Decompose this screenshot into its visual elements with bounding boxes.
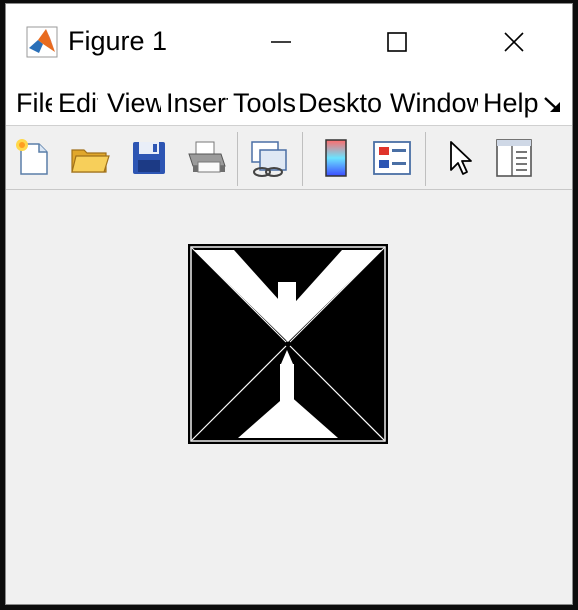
figure-canvas — [6, 190, 572, 604]
minimize-icon — [271, 41, 291, 43]
menu-bar: File Edit View Insert Tools Desktop Wind… — [6, 78, 572, 126]
open-file-icon[interactable] — [68, 136, 112, 180]
menu-file[interactable]: File — [16, 86, 52, 120]
print-icon[interactable] — [184, 136, 228, 180]
window-title: Figure 1 — [68, 26, 168, 56]
menu-view[interactable]: View — [107, 86, 161, 120]
insert-legend-icon[interactable] — [370, 136, 414, 180]
toolbar-separator — [302, 132, 303, 186]
new-figure-icon[interactable] — [11, 136, 55, 180]
close-icon — [504, 32, 524, 52]
figure-window: Figure 1 File Edit View Insert Tools Des… — [5, 3, 573, 605]
maximize-button[interactable] — [372, 22, 422, 62]
menu-help[interactable]: Help — [483, 86, 539, 120]
link-plot-icon[interactable] — [246, 136, 290, 180]
minimize-button[interactable] — [256, 22, 306, 62]
edit-plot-icon[interactable] — [439, 136, 483, 180]
insert-colorbar-icon[interactable] — [314, 136, 358, 180]
image-axes[interactable] — [188, 244, 388, 444]
menu-window[interactable]: Window — [390, 86, 478, 120]
menu-overflow-arrow-icon[interactable] — [542, 94, 564, 116]
maximize-icon — [387, 32, 407, 52]
menu-desktop[interactable]: Desktop — [298, 86, 382, 120]
toolbar-separator — [425, 132, 426, 186]
property-inspector-icon[interactable] — [492, 136, 536, 180]
menu-insert[interactable]: Insert — [166, 86, 228, 120]
save-icon[interactable] — [127, 136, 171, 180]
matlab-logo-icon — [26, 26, 58, 58]
figure-toolbar — [6, 126, 572, 190]
menu-edit[interactable]: Edit — [58, 86, 98, 120]
toolbar-separator — [237, 132, 238, 186]
title-bar[interactable]: Figure 1 — [6, 4, 572, 78]
close-button[interactable] — [489, 22, 539, 62]
menu-tools[interactable]: Tools — [233, 86, 295, 120]
